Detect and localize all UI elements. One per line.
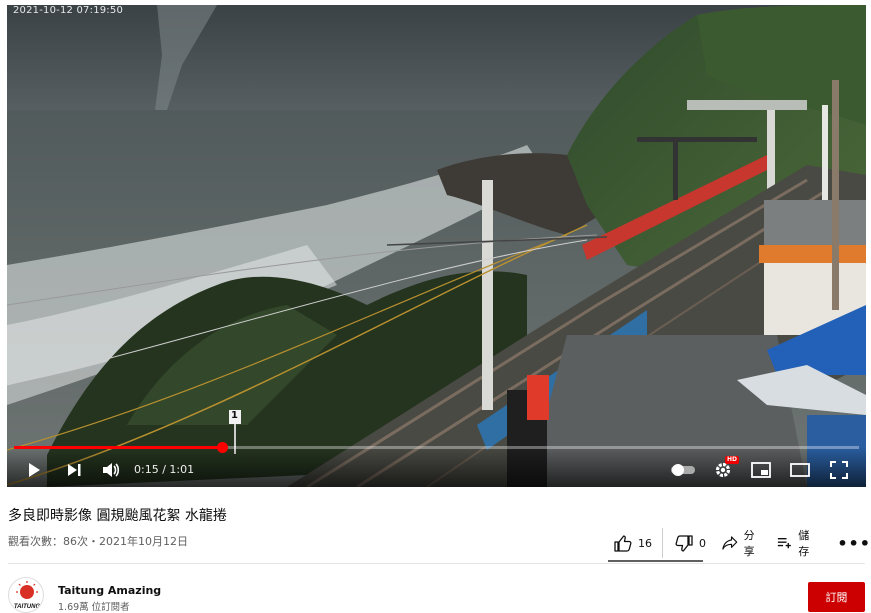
toggle-icon: [671, 464, 695, 476]
play-icon: [29, 463, 40, 477]
channel-name[interactable]: Taitung Amazing: [58, 584, 161, 597]
settings-button[interactable]: HD: [712, 456, 739, 481]
subscribe-button[interactable]: 訂閱: [808, 582, 865, 612]
autoplay-toggle[interactable]: [669, 459, 699, 481]
video-title: 多良即時影像 圓規颱風花絮 水龍捲: [8, 508, 227, 524]
dislike-button[interactable]: 0: [662, 528, 716, 558]
share-button[interactable]: 分享: [722, 528, 763, 558]
volume-icon: [103, 463, 120, 477]
more-icon: •••: [837, 533, 871, 553]
like-bar: [608, 560, 703, 562]
fullscreen-button[interactable]: [828, 459, 850, 481]
hd-badge: HD: [724, 456, 739, 464]
video-player[interactable]: 2021-10-12 07:19:50 1 0:15 / 1:01 HD: [7, 5, 866, 487]
skip-next-icon: [68, 464, 81, 476]
progress-bar[interactable]: [14, 442, 859, 453]
theater-icon: [790, 463, 810, 477]
fullscreen-icon: [830, 461, 848, 479]
progress-scrubber[interactable]: [216, 442, 228, 453]
playlist-add-icon: [777, 537, 791, 549]
player-controls: 0:15 / 1:01 HD: [7, 442, 866, 487]
play-button[interactable]: [23, 459, 45, 481]
theater-mode-button[interactable]: [789, 459, 811, 481]
time-display: 0:15 / 1:01: [134, 463, 195, 476]
save-label: 儲存: [798, 529, 810, 558]
dislike-count: 0: [699, 536, 706, 550]
thumbs-down-icon: [675, 534, 693, 552]
action-bar: 16 0 分享 儲存 •••: [604, 526, 871, 560]
volume-button[interactable]: [100, 459, 122, 481]
thumbs-up-icon: [614, 534, 632, 552]
divider: [8, 563, 865, 564]
more-actions-button[interactable]: •••: [837, 528, 871, 558]
avatar-text: TAITUNG: [14, 604, 41, 610]
video-frame: [7, 5, 866, 487]
save-button[interactable]: 儲存: [777, 528, 818, 558]
share-icon: [722, 536, 738, 550]
channel-logo-icon: TAITUNG: [14, 581, 41, 610]
channel-avatar[interactable]: TAITUNG: [8, 577, 44, 613]
km-sign-number: 1: [231, 410, 238, 421]
progress-played: [14, 446, 222, 449]
timestamp-overlay: 2021-10-12 07:19:50: [13, 5, 124, 16]
like-button[interactable]: 16: [604, 528, 662, 558]
next-button[interactable]: [63, 459, 85, 481]
miniplayer-button[interactable]: [750, 459, 772, 481]
like-count: 16: [638, 536, 652, 550]
miniplayer-icon: [751, 462, 771, 478]
share-label: 分享: [743, 529, 755, 558]
subscriber-count: 1.69萬 位訂閱者: [58, 602, 130, 613]
video-meta: 觀看次數：86次・2021年10月12日: [8, 535, 188, 548]
